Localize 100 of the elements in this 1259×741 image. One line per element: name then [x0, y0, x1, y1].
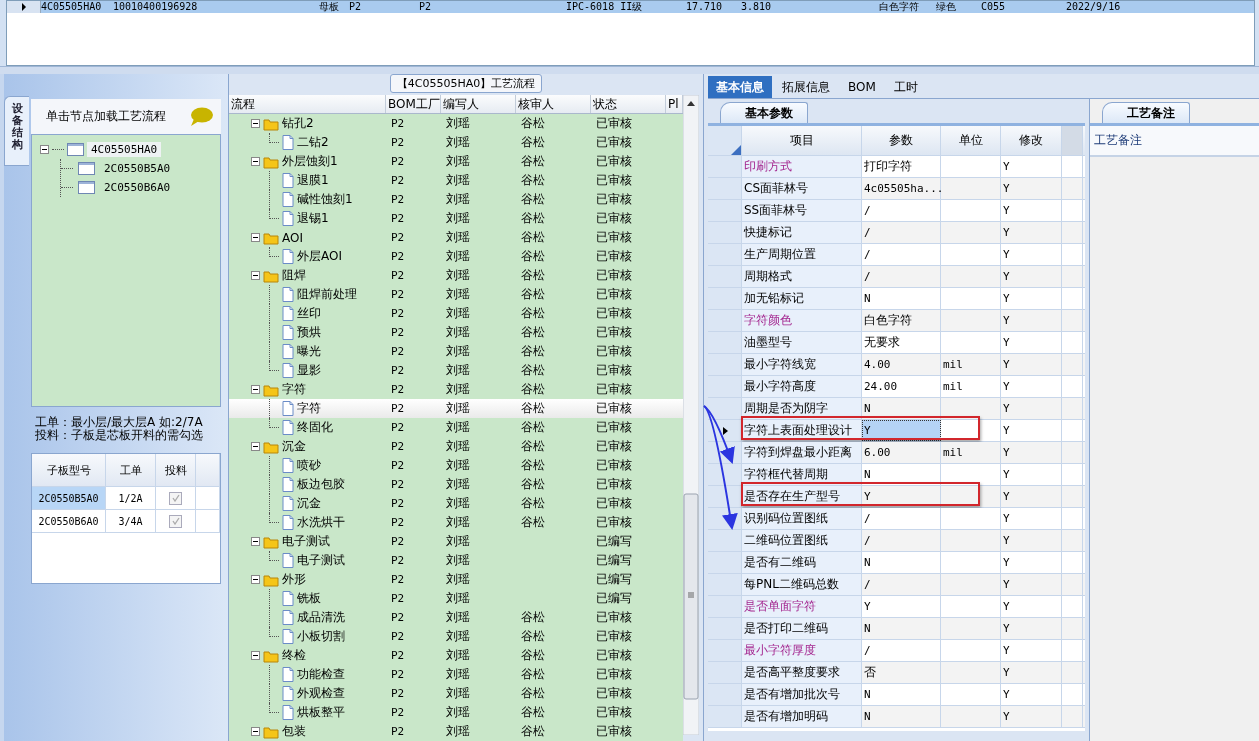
table-row[interactable]: 油墨型号 无要求 Y — [708, 332, 1085, 354]
tree-row[interactable]: 电子测试 P2 刘瑶 已编写 — [229, 551, 683, 570]
collapse-icon[interactable] — [251, 442, 260, 451]
tree-row[interactable]: 二钻2 P2 刘瑶 谷松 已审核 — [229, 133, 683, 152]
tree-row[interactable]: AOI P2 刘瑶 谷松 已审核 — [229, 228, 683, 247]
table-cell[interactable]: / — [862, 200, 941, 221]
table-row[interactable]: 是否单面字符 Y Y — [708, 596, 1085, 618]
table-cell[interactable]: 白色字符 — [862, 310, 941, 331]
column-header[interactable]: 编写人 — [441, 95, 516, 113]
table-row[interactable]: 周期是否为阴字 N Y — [708, 398, 1085, 420]
table-cell[interactable]: N — [862, 684, 941, 705]
tree-row[interactable]: 水洗烘干 P2 刘瑶 谷松 已审核 — [229, 513, 683, 532]
tree-row[interactable]: 退膜1 P2 刘瑶 谷松 已审核 — [229, 171, 683, 190]
tree-row[interactable]: 包装 P2 刘瑶 谷松 已审核 — [229, 722, 683, 741]
tab[interactable]: 工时 — [885, 76, 926, 98]
tree-row[interactable]: 铣板 P2 刘瑶 已编写 — [229, 589, 683, 608]
tree-row[interactable]: 外层蚀刻1 P2 刘瑶 谷松 已审核 — [229, 152, 683, 171]
table-cell[interactable]: 否 — [862, 662, 941, 683]
collapse-icon[interactable] — [251, 575, 260, 584]
table-row[interactable]: 印刷方式 打印字符 Y — [708, 156, 1085, 178]
tree-row[interactable]: 退锡1 P2 刘瑶 谷松 已审核 — [229, 209, 683, 228]
tree-node[interactable]: 2C0550B6A0 — [100, 180, 175, 195]
table-cell[interactable]: 4.00 — [862, 354, 941, 375]
tree-row[interactable]: 小板切割 P2 刘瑶 谷松 已审核 — [229, 627, 683, 646]
tree-row[interactable]: 功能检查 P2 刘瑶 谷松 已审核 — [229, 665, 683, 684]
tree-row[interactable]: 外观检查 P2 刘瑶 谷松 已审核 — [229, 684, 683, 703]
table-row[interactable]: 是否有增加明码 N Y — [708, 706, 1085, 728]
collapse-icon[interactable] — [251, 119, 260, 128]
column-header[interactable]: 状态 — [591, 95, 666, 113]
tab[interactable]: 拓展信息 — [774, 76, 838, 98]
table-row[interactable]: 是否高平整度要求 否 Y — [708, 662, 1085, 684]
table-row[interactable]: 4C05505HA0 10010400196928 母板 P2 P2 IPC-6018 II级 17.710 3.810 白色字符 绿色 C055 2022/9/16 — [7, 1, 1254, 13]
table-row[interactable]: 每PNL二维码总数 / Y — [708, 574, 1085, 596]
collapse-icon[interactable] — [251, 233, 260, 242]
tree-row[interactable]: 外形 P2 刘瑶 已编写 — [229, 570, 683, 589]
tree-row[interactable]: 预烘 P2 刘瑶 谷松 已审核 — [229, 323, 683, 342]
table-cell[interactable]: 打印字符 — [862, 156, 941, 177]
tree-row[interactable]: 碱性蚀刻1 P2 刘瑶 谷松 已审核 — [229, 190, 683, 209]
column-header[interactable]: 核审人 — [516, 95, 591, 113]
table-cell[interactable]: N — [862, 398, 941, 419]
collapse-icon[interactable] — [40, 145, 49, 154]
tree-row[interactable]: 终检 P2 刘瑶 谷松 已审核 — [229, 646, 683, 665]
table-row[interactable]: 二维码位置图纸 / Y — [708, 530, 1085, 552]
tree-row[interactable]: 钻孔2 P2 刘瑶 谷松 已审核 — [229, 114, 683, 133]
table-cell[interactable]: N — [862, 464, 941, 485]
splitter-bar[interactable] — [0, 66, 1259, 74]
table-cell[interactable]: Y — [862, 596, 941, 617]
column-header[interactable]: 参数 — [862, 126, 941, 155]
table-row[interactable]: 字符框代替周期 N Y — [708, 464, 1085, 486]
column-header[interactable]: 子板型号 — [32, 454, 106, 486]
table-cell[interactable]: / — [862, 640, 941, 661]
tree-row[interactable]: 阻焊前处理 P2 刘瑶 谷松 已审核 — [229, 285, 683, 304]
header-corner[interactable] — [708, 126, 742, 155]
row-header[interactable] — [708, 464, 742, 485]
tree-row[interactable]: 丝印 P2 刘瑶 谷松 已审核 — [229, 304, 683, 323]
tree-row[interactable]: 沉金 P2 刘瑶 谷松 已审核 — [229, 437, 683, 456]
tree-row[interactable]: 烘板整平 P2 刘瑶 谷松 已审核 — [229, 703, 683, 722]
column-header[interactable]: 项目 — [742, 126, 862, 155]
row-header[interactable] — [708, 486, 742, 507]
table-row[interactable]: 字符颜色 白色字符 Y — [708, 310, 1085, 332]
collapse-icon[interactable] — [251, 727, 260, 736]
tree-row[interactable]: 阻焊 P2 刘瑶 谷松 已审核 — [229, 266, 683, 285]
tree-row[interactable]: 成品清洗 P2 刘瑶 谷松 已审核 — [229, 608, 683, 627]
checkbox[interactable] — [169, 491, 182, 505]
table-cell[interactable]: / — [862, 508, 941, 529]
table-cell[interactable]: Y — [862, 420, 941, 441]
column-header[interactable]: 投料 — [156, 454, 196, 486]
tree-row[interactable]: 字符 P2 刘瑶 谷松 已审核 — [229, 399, 683, 418]
table-cell[interactable]: / — [862, 574, 941, 595]
table-row[interactable]: 是否有二维码 N Y — [708, 552, 1085, 574]
collapse-icon[interactable] — [251, 271, 260, 280]
table-row[interactable]: 加无铅标记 N Y — [708, 288, 1085, 310]
tab[interactable]: 基本信息 — [708, 76, 772, 98]
table-row[interactable]: 识别码位置图纸 / Y — [708, 508, 1085, 530]
column-header[interactable]: 工单 — [106, 454, 156, 486]
table-cell[interactable]: / — [862, 266, 941, 287]
row-header[interactable] — [7, 1, 41, 13]
section-tab[interactable]: 基本参数 — [720, 102, 808, 123]
table-cell[interactable]: 无要求 — [862, 332, 941, 353]
tree-row[interactable]: 显影 P2 刘瑶 谷松 已审核 — [229, 361, 683, 380]
table-row[interactable]: 字符到焊盘最小距离 6.00 mil Y — [708, 442, 1085, 464]
table-row[interactable]: 最小字符线宽 4.00 mil Y — [708, 354, 1085, 376]
tree-node[interactable]: 4C05505HA0 — [87, 142, 162, 157]
tree-row[interactable]: 曝光 P2 刘瑶 谷松 已审核 — [229, 342, 683, 361]
table-row[interactable]: 生产周期位置 / Y — [708, 244, 1085, 266]
collapse-icon[interactable] — [251, 537, 260, 546]
table-cell[interactable]: / — [862, 244, 941, 265]
column-header[interactable]: 单位 — [941, 126, 1001, 155]
tab[interactable]: BOM — [840, 76, 884, 98]
table-cell[interactable]: 6.00 — [862, 442, 941, 463]
table-cell[interactable]: 4c05505ha... — [862, 178, 941, 199]
table-cell[interactable]: 2C0550B5A0 — [32, 487, 106, 509]
table-cell[interactable]: N — [862, 552, 941, 573]
table-row[interactable]: CS面菲林号 4c05505ha... Y — [708, 178, 1085, 200]
table-cell[interactable]: N — [862, 618, 941, 639]
column-header[interactable]: 流程 — [229, 95, 386, 113]
tree-row[interactable]: 喷砂 P2 刘瑶 谷松 已审核 — [229, 456, 683, 475]
table-cell[interactable]: 2C0550B6A0 — [32, 510, 106, 532]
table-row[interactable]: SS面菲林号 / Y — [708, 200, 1085, 222]
table-cell[interactable]: Y — [862, 486, 941, 507]
